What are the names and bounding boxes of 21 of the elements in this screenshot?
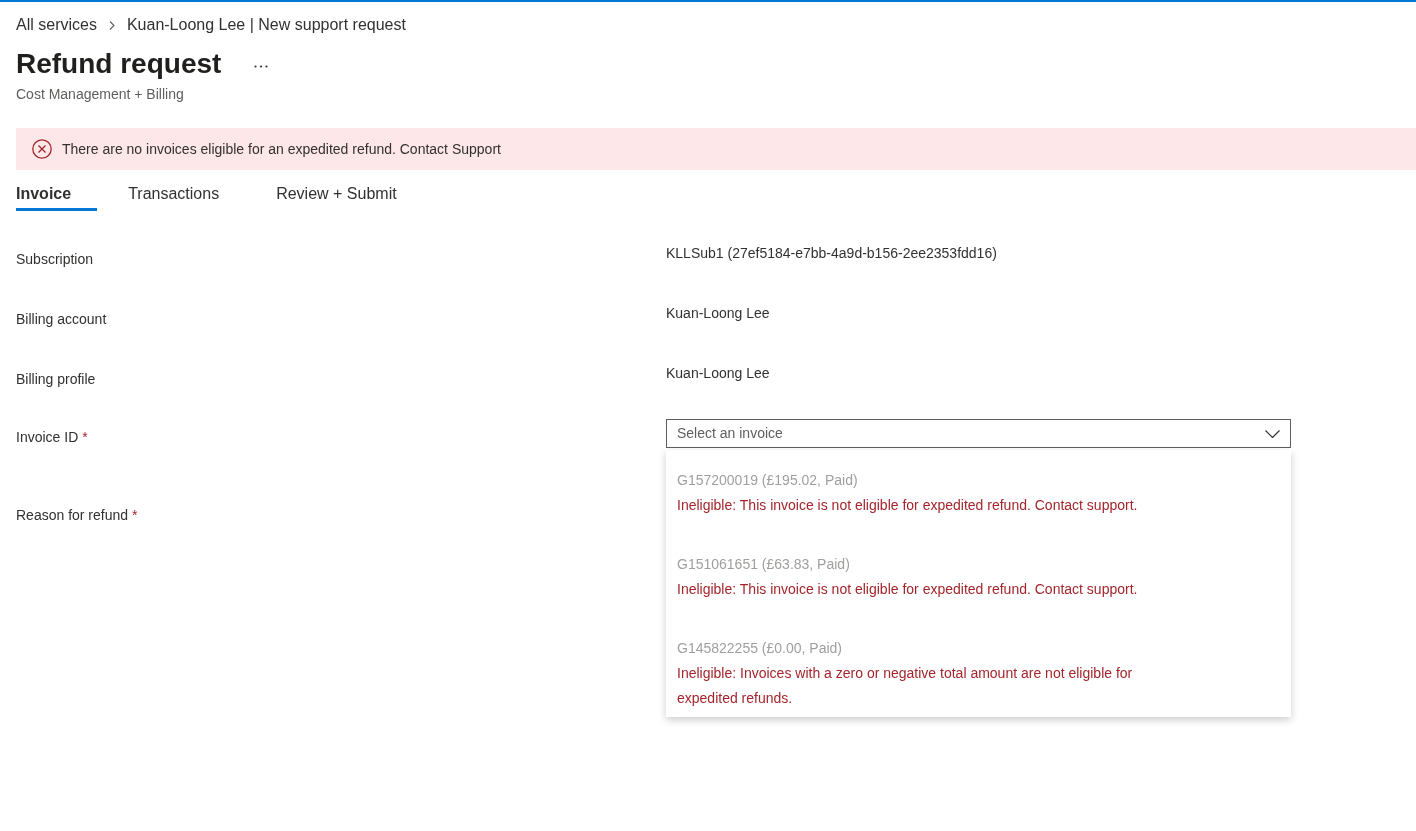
field-label: Billing profile [16, 371, 96, 387]
more-icon[interactable] [254, 64, 269, 68]
tab[interactable]: Transactions [128, 172, 246, 211]
error-icon [32, 139, 52, 159]
chevron-right-icon [108, 20, 115, 30]
page-subtitle: Cost Management + Billing [16, 86, 184, 102]
breadcrumb-link[interactable]: Kuan-Loong Lee | New support request [126, 14, 406, 36]
error-message: There are no invoices eligible for an expedited refund. Contact Support [62, 139, 501, 159]
field-label: Reason for refund * [16, 507, 138, 523]
field-value: Kuan-Loong Lee [666, 305, 770, 321]
breadcrumb-link[interactable]: All services [16, 14, 97, 36]
field-label: Invoice ID * [16, 429, 88, 445]
page-title: Refund request [16, 47, 222, 81]
field-value: KLLSub1 (27ef5184-e7bb-4a9d-b156-2ee2353fdd16) [666, 245, 997, 261]
tab[interactable]: Review + Submit [276, 172, 423, 211]
tab[interactable]: Invoice [16, 172, 98, 211]
chevron-down-icon [1265, 429, 1280, 438]
field-label: Subscription [16, 251, 94, 267]
invoice-dropdown[interactable]: Select an invoice [666, 419, 1291, 448]
field-value: Kuan-Loong Lee [666, 365, 770, 381]
field-label: Billing account [16, 311, 107, 327]
